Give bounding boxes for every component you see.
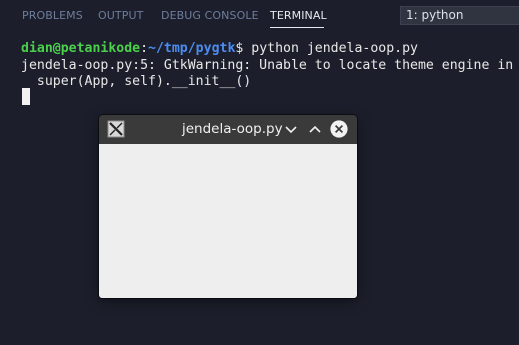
prompt-user: dian@petanikode — [21, 41, 141, 56]
chevron-up-icon[interactable] — [305, 119, 325, 139]
tab-output[interactable]: OUTPUT — [98, 9, 143, 22]
tab-debug-console[interactable]: DEBUG CONSOLE — [161, 9, 259, 22]
chevron-down-icon[interactable] — [281, 119, 301, 139]
prompt-separator: : — [140, 41, 149, 56]
gtk-window-title: jendela-oop.py — [182, 121, 283, 137]
terminal-cursor — [22, 88, 30, 105]
panel-tab-bar: PROBLEMS OUTPUT DEBUG CONSOLE TERMINAL 1… — [0, 0, 519, 32]
tab-terminal[interactable]: TERMINAL — [270, 9, 327, 22]
prompt-path: ~/tmp/pygtk — [148, 41, 236, 56]
terminal-select[interactable]: 1: python — [400, 6, 519, 25]
vscode-panel: PROBLEMS OUTPUT DEBUG CONSOLE TERMINAL 1… — [0, 0, 519, 345]
prompt-command: $ python jendela-oop.py — [235, 41, 419, 56]
gtk-window[interactable]: jendela-oop.py — [99, 115, 357, 298]
tab-problems[interactable]: PROBLEMS — [22, 9, 83, 22]
gtk-titlebar[interactable]: jendela-oop.py — [99, 115, 357, 144]
active-tab-indicator — [270, 27, 324, 28]
close-circle-icon[interactable] — [329, 119, 349, 139]
prompt-line: dian@petanikode:~/tmp/pygtk$ python jend… — [21, 40, 418, 57]
warning-line: jendela-oop.py:5: GtkWarning: Unable to … — [21, 58, 514, 73]
gtk-window-content — [99, 144, 357, 298]
code-line: super(App, self).__init__() — [21, 74, 252, 89]
x11-app-icon — [107, 120, 125, 138]
